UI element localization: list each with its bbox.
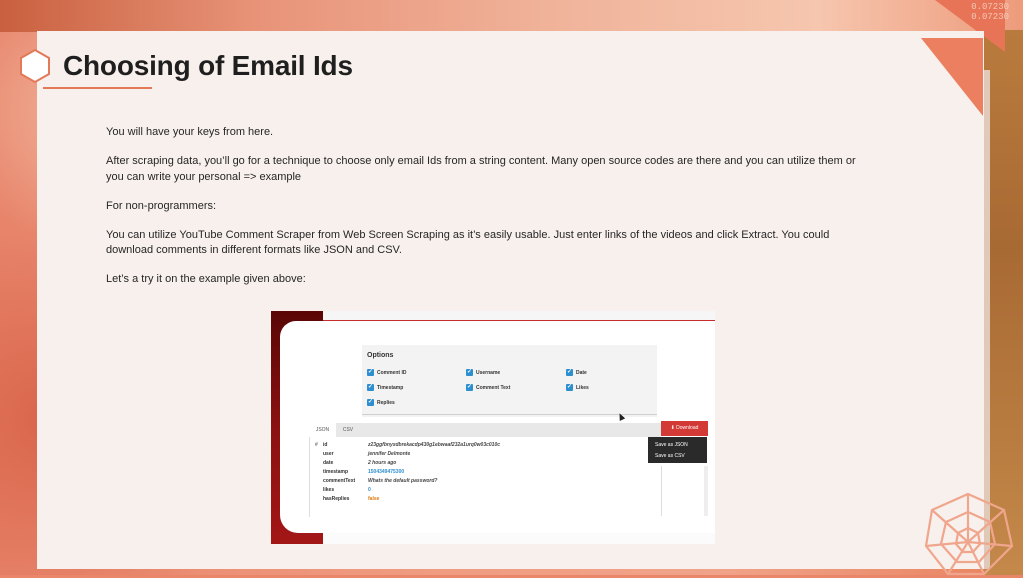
- json-key: likes: [323, 487, 335, 493]
- embedded-screenshot: Options ✓ Comment ID ✓ Username ✓ Date ✓…: [271, 311, 715, 544]
- background-photo-strip: [0, 0, 1023, 32]
- checkbox-icon[interactable]: ✓: [566, 369, 573, 376]
- option-comment-text[interactable]: ✓ Comment Text: [466, 384, 510, 391]
- json-value: jennifer Delmonte: [368, 451, 411, 457]
- json-value: 2 hours ago: [368, 460, 397, 466]
- checkbox-icon[interactable]: ✓: [367, 399, 374, 406]
- option-username[interactable]: ✓ Username: [466, 369, 500, 376]
- divider: [362, 414, 657, 415]
- hexagon-icon: [20, 48, 50, 84]
- json-row: user jennifer Delmonte: [323, 451, 410, 457]
- option-timestamp[interactable]: ✓ Timestamp: [367, 384, 403, 391]
- checkbox-icon[interactable]: ✓: [367, 384, 374, 391]
- option-label: Date: [576, 369, 587, 376]
- tab-csv[interactable]: CSV: [337, 423, 359, 437]
- spiderweb-decoration-icon: [924, 492, 1014, 576]
- option-replies[interactable]: ✓ Replies: [367, 399, 395, 406]
- paragraph: For non-programmers:: [106, 199, 217, 212]
- option-comment-id[interactable]: ✓ Comment ID: [367, 369, 406, 376]
- tabs-bar: [309, 423, 661, 437]
- json-output: [309, 437, 662, 517]
- json-row: commentText Whats the default password?: [323, 478, 437, 484]
- json-row: hasReplies false: [323, 496, 379, 502]
- option-label: Comment Text: [476, 384, 511, 391]
- json-key: id: [323, 442, 328, 448]
- json-value: 0: [368, 487, 371, 493]
- checkbox-icon[interactable]: ✓: [466, 369, 473, 376]
- json-row: id z23ggfbnyxdbrekacdp430g1ebwaaf232a1ur…: [323, 442, 500, 448]
- options-title: Options: [367, 352, 394, 359]
- corner-number: 0.07230: [971, 2, 1009, 12]
- slide-body: You will have your keys from here. After…: [106, 125, 876, 301]
- scrollbar[interactable]: [704, 466, 708, 516]
- option-label: Timestamp: [377, 384, 404, 391]
- paragraph: After scraping data, you’ll go for a tec…: [106, 155, 856, 183]
- checkbox-icon[interactable]: ✓: [367, 369, 374, 376]
- json-value: false: [368, 496, 380, 502]
- options-panel: Options ✓ Comment ID ✓ Username ✓ Date ✓…: [362, 345, 657, 417]
- checkbox-icon[interactable]: ✓: [566, 384, 573, 391]
- paragraph: You will have your keys from here.: [106, 126, 274, 138]
- json-key: timestamp: [323, 469, 349, 475]
- json-gutter: #: [315, 442, 318, 448]
- json-key: user: [323, 451, 334, 457]
- option-label: Likes: [576, 384, 589, 391]
- paragraph: Let’s a try it on the example given abov…: [106, 273, 306, 285]
- json-row: date 2 hours ago: [323, 460, 396, 466]
- option-label: Replies: [377, 399, 395, 406]
- download-button[interactable]: ⬇ Download: [661, 421, 708, 436]
- screenshot-top-bar: [323, 311, 715, 321]
- tab-json[interactable]: JSON: [309, 423, 336, 437]
- json-divider: [661, 466, 662, 516]
- json-key: date: [323, 460, 334, 466]
- page-title: Choosing of Email Ids: [63, 50, 353, 81]
- option-date[interactable]: ✓ Date: [566, 369, 587, 376]
- json-value: 1504349475300: [368, 469, 405, 475]
- json-row: likes 0: [323, 487, 371, 493]
- option-label: Comment ID: [377, 369, 407, 376]
- json-row: timestamp 1504349475300: [323, 469, 404, 475]
- json-key: commentText: [323, 478, 356, 484]
- json-key: hasReplies: [323, 496, 350, 502]
- corner-numbers: 0.07230 0.07230: [971, 2, 1009, 22]
- screenshot-bottom: [323, 533, 715, 544]
- title-underline: [43, 87, 152, 89]
- json-value: z23ggfbnyxdbrekacdp430g1ebwaaf232a1urq0w…: [368, 442, 501, 448]
- decor-triangle: [921, 38, 983, 116]
- paragraph: You can utilize YouTube Comment Scraper …: [106, 228, 830, 257]
- option-label: Username: [476, 369, 501, 376]
- corner-number: 0.07230: [971, 12, 1009, 22]
- json-value: Whats the default password?: [368, 478, 438, 484]
- option-likes[interactable]: ✓ Likes: [566, 384, 589, 391]
- checkbox-icon[interactable]: ✓: [466, 384, 473, 391]
